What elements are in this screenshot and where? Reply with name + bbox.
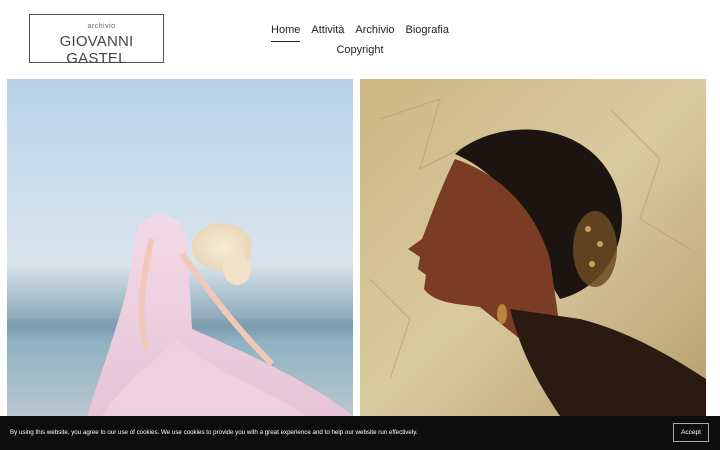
- nav-item-biografia[interactable]: Biografia: [406, 22, 449, 42]
- site-header: archivio GIOVANNI GASTEL Home Attività A…: [0, 0, 720, 78]
- logo-subtitle: archivio: [87, 23, 116, 30]
- gallery-image-1[interactable]: [7, 79, 353, 416]
- nav-item-home[interactable]: Home: [271, 22, 301, 42]
- gold-profile-photo: [360, 79, 706, 416]
- accept-cookies-button[interactable]: Accept: [673, 423, 709, 442]
- gallery-image-2[interactable]: [360, 79, 706, 416]
- cookie-banner: By using this website, you agree to our …: [0, 416, 720, 450]
- logo-name: GIOVANNI GASTEL: [59, 33, 134, 67]
- nav-item-attivita[interactable]: Attività: [311, 22, 344, 42]
- main-nav: Home Attività Archivio Biografia Copyrig…: [270, 22, 450, 62]
- site-logo[interactable]: archivio GIOVANNI GASTEL: [29, 14, 164, 67]
- nav-item-copyright[interactable]: Copyright: [336, 42, 383, 62]
- pink-dress-photo: [7, 215, 353, 416]
- cookie-text: By using this website, you agree to our …: [10, 429, 418, 436]
- nav-item-archivio[interactable]: Archivio: [355, 22, 394, 42]
